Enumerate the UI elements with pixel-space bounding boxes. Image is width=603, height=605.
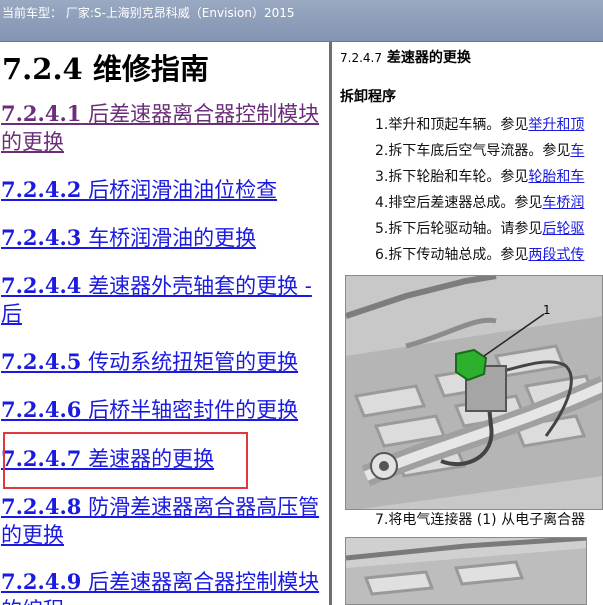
toc-link-title: 后桥润滑油油位检查 [88,178,278,202]
removal-procedure-heading: 拆卸程序 [340,89,396,105]
toc-link-number: 7.2.4.2 [1,177,82,202]
toc-link-7-2-4-2[interactable]: 7.2.4.2 后桥润滑油油位检查 [1,176,323,204]
step-reference-link[interactable]: 车桥润 [542,195,584,211]
toc-link-7-2-4-3[interactable]: 7.2.4.3 车桥润滑油的更换 [1,224,323,252]
step-text: 4.排空后差速器总成。参见 [375,195,543,211]
section-title: 7.2.4 维修指南 [2,46,209,88]
step-text: 3.拆下轮胎和车轮。参见 [375,169,529,185]
step-reference-link[interactable]: 后轮驱 [542,221,584,237]
toc-link-number: 7.2.4.3 [1,225,82,250]
toc-link-title: 后桥半轴密封件的更换 [88,398,299,422]
step-text: 1.举升和顶起车辆。参见 [375,117,529,133]
procedure-heading-number: 7.2.4.7 [340,51,382,65]
toc-link-7-2-4-4[interactable]: 7.2.4.4 差速器外壳轴套的更换 - 后 [1,272,323,328]
procedure-step: 5.拆下后轮驱动轴。请参见后轮驱 [375,219,603,245]
step-reference-link[interactable]: 车 [570,143,584,159]
second-step-figure [345,537,587,605]
procedure-step: 4.排空后差速器总成。参见车桥润 [375,193,603,219]
toc-link-7-2-4-8[interactable]: 7.2.4.8 防滑差速器离合器高压管的更换 [1,493,323,549]
procedure-step: 1.举升和顶起车辆。参见举升和顶 [375,115,603,141]
procedure-heading: 7.2.4.7 差速器的更换 [340,47,471,67]
toc-link-7-2-4-1[interactable]: 7.2.4.1 后差速器离合器控制模块的更换 [1,100,323,156]
title-bar: 当前车型： 厂家:S-上海别克昂科威（Envision）2015 [0,0,603,42]
procedure-step: 3.拆下轮胎和车轮。参见轮胎和车 [375,167,603,193]
step-7-caption: 7.将电气连接器 (1) 从电子离合器 [375,512,586,528]
figure-callout-number: 1 [543,303,551,317]
toc-link-number: 7.2.4.4 [1,273,82,298]
step-text: 6.拆下传动轴总成。参见 [375,247,529,263]
vehicle-model-label: 当前车型： 厂家:S-上海别克昂科威（Envision）2015 [2,6,295,20]
procedure-heading-title: 差速器的更换 [386,50,471,66]
toc-link-number: 7.2.4.8 [1,494,82,519]
procedure-steps: 1.举升和顶起车辆。参见举升和顶 2.拆下车底后空气导流器。参见车 3.拆下轮胎… [375,115,603,271]
toc-link-title: 传动系统扭矩管的更换 [88,350,299,374]
toc-link-number: 7.2.4.6 [1,397,82,422]
toc-link-title: 车桥润滑油的更换 [88,226,257,250]
toc-link-7-2-4-5[interactable]: 7.2.4.5 传动系统扭矩管的更换 [1,348,323,376]
step-text: 2.拆下车底后空气导流器。参见 [375,143,571,159]
toc-pane[interactable]: 7.2.4 维修指南 7.2.4.1 后差速器离合器控制模块的更换 7.2.4.… [0,42,329,605]
step-reference-link[interactable]: 两段式传 [528,247,584,263]
selection-highlight-box [3,432,248,489]
toc-link-number: 7.2.4.5 [1,349,82,374]
toc-link-7-2-4-6[interactable]: 7.2.4.6 后桥半轴密封件的更换 [1,396,323,424]
step-text: 5.拆下后轮驱动轴。请参见 [375,221,543,237]
procedure-step: 6.拆下传动轴总成。参见两段式传 [375,245,603,271]
procedure-step: 2.拆下车底后空气导流器。参见车 [375,141,603,167]
content-pane[interactable]: 7.2.4.7 差速器的更换 拆卸程序 1.举升和顶起车辆。参见举升和顶 2.拆… [332,42,603,605]
toc-link-number: 7.2.4.1 [1,101,82,126]
section-number: 7.2.4 [2,52,83,86]
section-title-text: 维修指南 [92,52,209,86]
differential-illustration [346,276,602,509]
step-reference-link[interactable]: 举升和顶 [528,117,584,133]
toc-link-number: 7.2.4.9 [1,569,82,594]
toc-link-7-2-4-9[interactable]: 7.2.4.9 后差速器离合器控制模块的编程 [1,568,323,605]
step-reference-link[interactable]: 轮胎和车 [528,169,584,185]
differential-connector-figure: 1 [345,275,603,510]
second-step-illustration [346,538,586,604]
